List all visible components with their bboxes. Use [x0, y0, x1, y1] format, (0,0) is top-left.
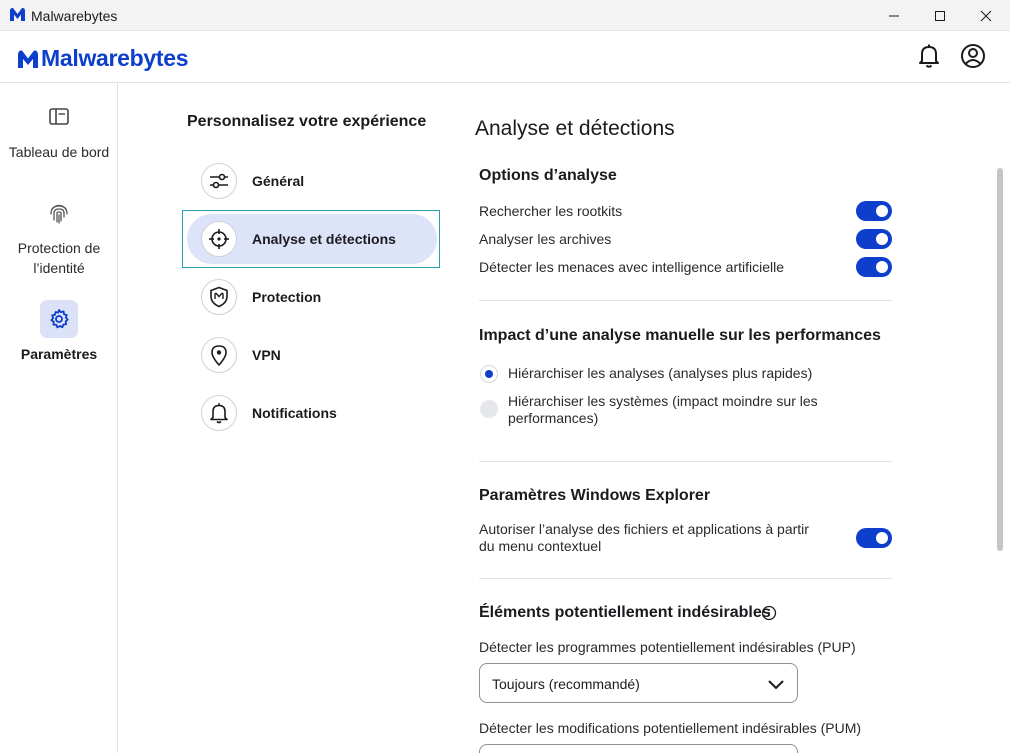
menu-item-label: Analyse et détections: [252, 231, 396, 247]
pum-label: Détecter les modifications potentielleme…: [479, 720, 862, 736]
window-titlebar: Malwarebytes: [0, 0, 1010, 31]
maximize-button[interactable]: [917, 0, 963, 31]
brand-m-icon: [18, 49, 38, 68]
divider: [479, 578, 892, 579]
explorer-title: Paramètres Windows Explorer: [479, 487, 711, 504]
pup-title: Éléments potentiellement indésirables: [479, 604, 771, 621]
menu-item-notifications[interactable]: Notifications: [187, 388, 437, 438]
account-avatar-icon[interactable]: [960, 43, 986, 69]
window-title: Malwarebytes: [31, 8, 118, 24]
performance-title: Impact d’une analyse manuelle sur les pe…: [479, 327, 881, 344]
divider: [479, 461, 892, 462]
ai-detection-toggle[interactable]: [856, 257, 892, 277]
malwarebytes-logo-icon: [9, 7, 26, 27]
scan-options-title: Options d’analyse: [479, 167, 617, 184]
scrollbar-thumb[interactable]: [997, 168, 1003, 551]
context-menu-scan-toggle[interactable]: [856, 528, 892, 548]
sidebar-item-label: Protection de l’identité: [17, 240, 101, 276]
prioritize-systems-radio[interactable]: [480, 400, 498, 418]
page-title: Analyse et détections: [475, 117, 675, 140]
pup-select-value: Toujours (recommandé): [492, 676, 640, 692]
bell-icon: [201, 395, 237, 431]
prioritize-scans-label: Hiérarchiser les analyses (analyses plus…: [508, 365, 813, 381]
info-icon[interactable]: [761, 605, 777, 626]
settings-menu-title: Personnalisez votre expérience: [187, 113, 427, 130]
menu-item-protection[interactable]: Protection: [187, 272, 437, 322]
close-button[interactable]: [963, 0, 1009, 31]
archives-label: Analyser les archives: [479, 231, 612, 247]
context-menu-scan-label-line1: Autoriser l’analyse des fichiers et appl…: [479, 521, 809, 537]
ai-detection-label: Détecter les menaces avec intelligence a…: [479, 259, 785, 275]
sidebar-item-label: Paramètres: [20, 346, 98, 362]
location-pin-icon: [201, 337, 237, 373]
pup-select[interactable]: Toujours (recommandé): [479, 663, 798, 703]
chevron-down-icon: [767, 675, 785, 698]
prioritize-systems-label-line1: Hiérarchiser les systèmes (impact moindr…: [508, 393, 818, 409]
rootkits-label: Rechercher les rootkits: [479, 203, 623, 219]
sidebar-item-settings[interactable]: Paramètres: [0, 300, 118, 364]
shield-icon: [201, 279, 237, 315]
divider: [479, 300, 892, 301]
archives-toggle[interactable]: [856, 229, 892, 249]
dashboard-icon: [40, 98, 78, 136]
brand-text: Malwarebytes: [41, 45, 189, 71]
gear-icon: [40, 300, 78, 338]
pum-select[interactable]: [479, 744, 798, 753]
menu-item-general[interactable]: Général: [187, 156, 437, 206]
menu-item-vpn[interactable]: VPN: [187, 330, 437, 380]
sidebar-item-identity-protection[interactable]: Protection de l’identité: [0, 194, 118, 278]
brand-logo: Malwarebytes: [17, 45, 189, 72]
crosshair-icon: [201, 221, 237, 257]
rootkits-toggle[interactable]: [856, 201, 892, 221]
prioritize-scans-radio[interactable]: [480, 365, 498, 383]
menu-item-label: VPN: [252, 347, 281, 363]
app-header: Malwarebytes: [0, 31, 1010, 83]
notifications-bell-icon[interactable]: [916, 43, 942, 69]
sidebar-item-label: Tableau de bord: [8, 144, 110, 160]
pup-label: Détecter les programmes potentiellement …: [479, 639, 856, 655]
menu-item-scan-detections[interactable]: Analyse et détections: [187, 214, 437, 264]
prioritize-systems-label-line2: performances): [508, 410, 599, 426]
menu-item-label: Général: [252, 173, 305, 189]
minimize-button[interactable]: [871, 0, 917, 31]
sidebar: Tableau de bord Protection de l’identité…: [0, 83, 118, 753]
sidebar-item-dashboard[interactable]: Tableau de bord: [0, 98, 118, 162]
context-menu-scan-label-line2: du menu contextuel: [479, 538, 602, 554]
menu-item-label: Protection: [252, 289, 322, 305]
menu-item-label: Notifications: [252, 405, 337, 421]
sliders-icon: [201, 163, 237, 199]
fingerprint-icon: [40, 194, 78, 232]
